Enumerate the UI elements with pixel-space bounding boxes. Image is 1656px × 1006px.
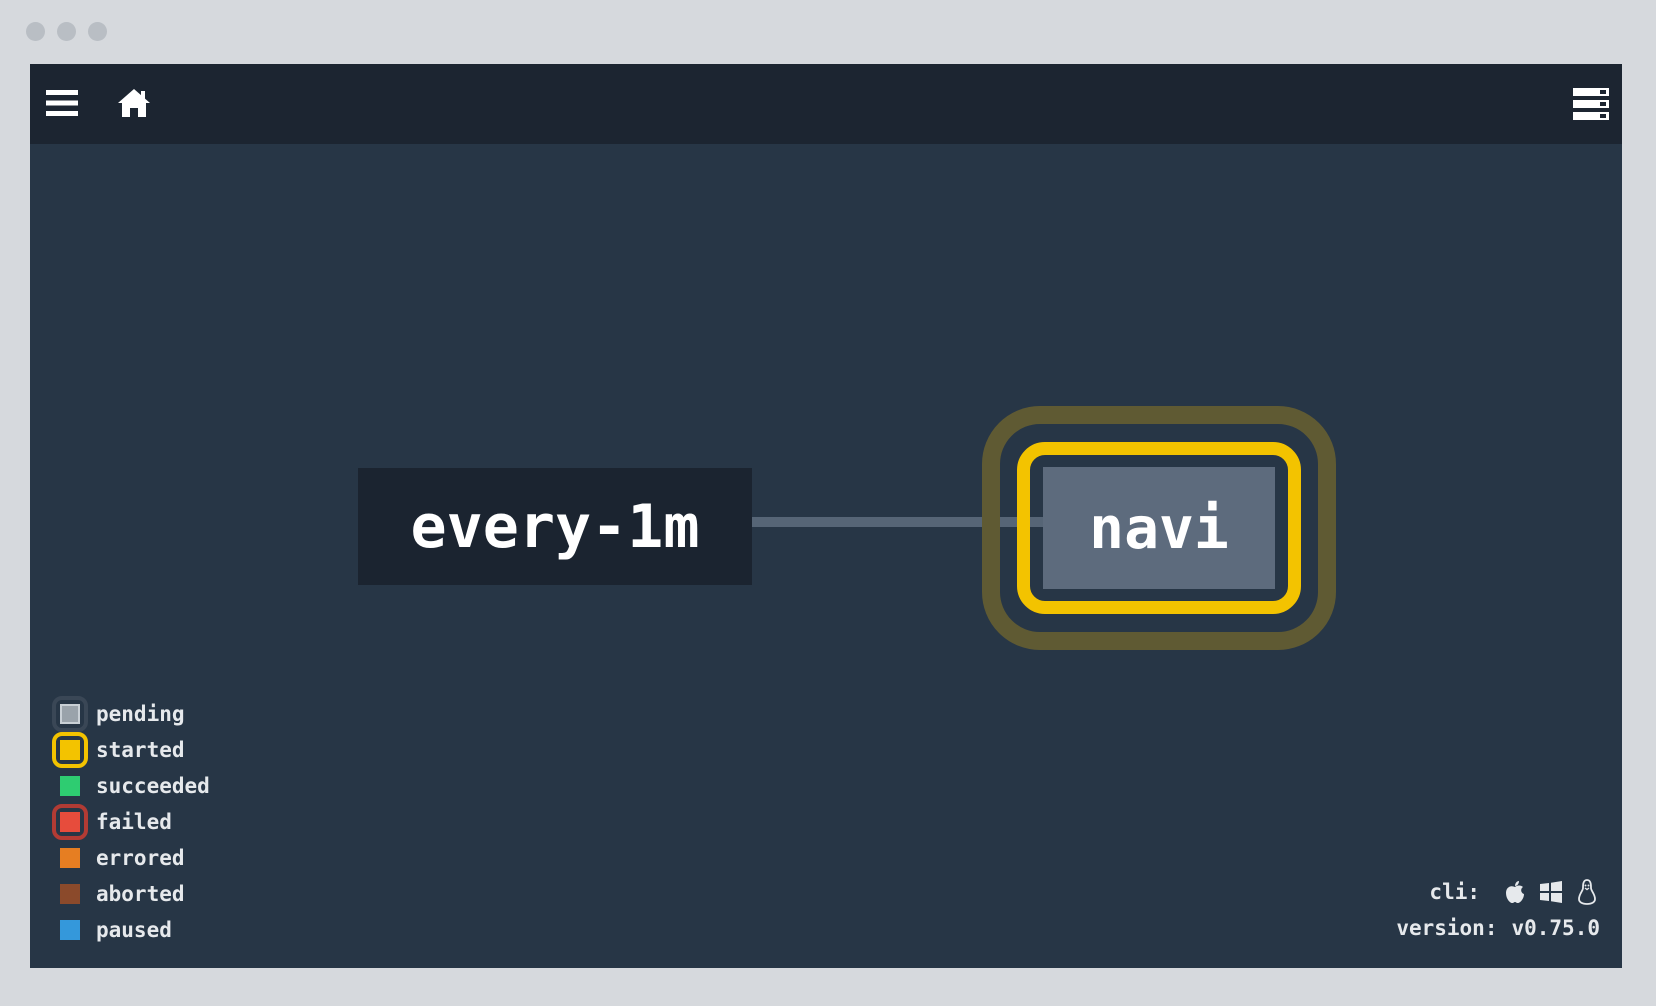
legend-item-pending: pending [50, 696, 210, 732]
apple-cli-download[interactable] [1502, 879, 1528, 905]
groups-toggle-button[interactable] [1570, 84, 1612, 124]
footer-info: cli: version: v0.75.0 [1396, 874, 1600, 946]
job-node-navi[interactable]: navi [1043, 467, 1275, 589]
group-list-icon [1573, 88, 1609, 120]
pipeline-graph: every-1m navi [30, 144, 1622, 968]
legend-item-errored: errored [50, 840, 210, 876]
windows-cli-download[interactable] [1538, 879, 1564, 905]
hamburger-icon [46, 90, 78, 116]
paused-swatch [60, 920, 80, 940]
top-bar [30, 64, 1622, 144]
aborted-swatch [60, 884, 80, 904]
cli-row: cli: [1396, 874, 1600, 910]
legend-item-failed: failed [50, 804, 210, 840]
browser-window: every-1m navi pending started succeeded … [0, 0, 1656, 1006]
legend-item-succeeded: succeeded [50, 768, 210, 804]
apple-icon [1506, 881, 1524, 903]
linux-cli-download[interactable] [1574, 879, 1600, 905]
home-button[interactable] [114, 84, 154, 122]
window-zoom-dot[interactable] [88, 22, 107, 41]
pipeline-view: every-1m navi pending started succeeded … [30, 64, 1622, 968]
resource-node-every-1m[interactable]: every-1m [358, 468, 752, 585]
linux-icon [1578, 879, 1596, 905]
succeeded-swatch [60, 776, 80, 796]
legend-item-aborted: aborted [50, 876, 210, 912]
window-close-dot[interactable] [26, 22, 45, 41]
errored-swatch [60, 848, 80, 868]
windows-icon [1540, 881, 1562, 903]
home-icon [118, 89, 150, 117]
cli-label: cli: [1429, 880, 1480, 904]
window-minimize-dot[interactable] [57, 22, 76, 41]
status-legend: pending started succeeded failed errored… [50, 696, 210, 948]
legend-item-started: started [50, 732, 210, 768]
hamburger-menu-button[interactable] [44, 84, 80, 122]
version-value: v0.75.0 [1511, 916, 1600, 940]
legend-item-paused: paused [50, 912, 210, 948]
version-row: version: v0.75.0 [1396, 910, 1600, 946]
version-label: version: [1396, 916, 1498, 940]
